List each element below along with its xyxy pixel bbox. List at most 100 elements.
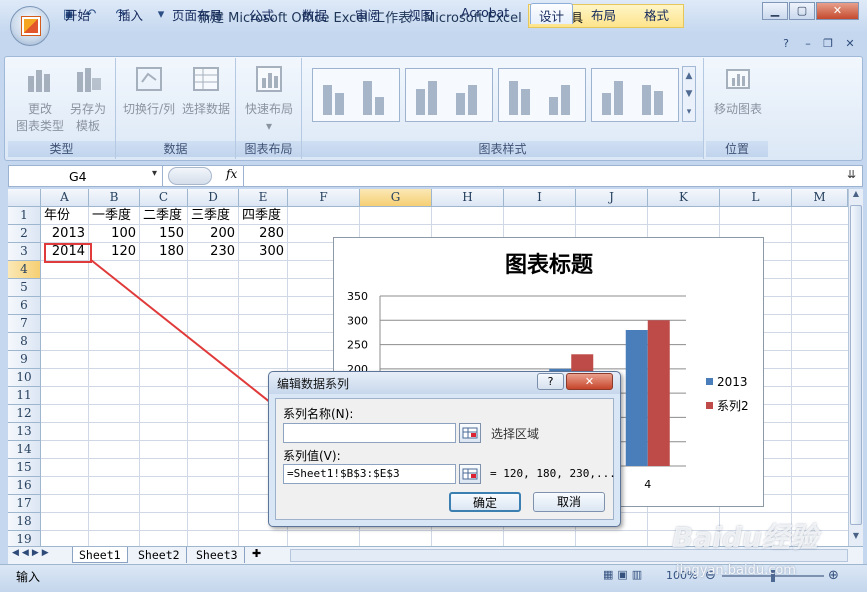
column-header-e[interactable]: E <box>239 189 288 207</box>
tab-review[interactable]: 审阅 <box>347 3 388 24</box>
row-header-15[interactable]: 15 <box>8 459 41 477</box>
column-header-l[interactable]: L <box>720 189 792 207</box>
chart-style-1[interactable] <box>312 68 400 122</box>
row-header-18[interactable]: 18 <box>8 513 41 531</box>
chart-styles-scroll[interactable]: ▲ ▼ ▾ <box>682 66 696 122</box>
sheet-nav-icon[interactable]: ◀◀▶▶ <box>12 548 52 558</box>
sheet-tab-2[interactable]: Sheet2 <box>132 547 187 563</box>
chart-style-3[interactable] <box>498 68 586 122</box>
workbook-close-icon[interactable]: ✕ <box>842 36 858 52</box>
cell-b1[interactable]: 一季度 <box>92 207 131 225</box>
row-header-12[interactable]: 12 <box>8 405 41 423</box>
column-header-j[interactable]: J <box>576 189 648 207</box>
sheet-tab-3[interactable]: Sheet3 <box>190 547 245 563</box>
column-header-i[interactable]: I <box>504 189 576 207</box>
column-header-g[interactable]: G <box>360 189 432 207</box>
dialog-close-button[interactable]: ✕ <box>566 373 613 390</box>
cell-d3[interactable]: 230 <box>188 243 235 261</box>
cell-b3[interactable]: 120 <box>89 243 136 261</box>
view-buttons[interactable]: ▦▣▥ <box>603 568 661 584</box>
series-values-range-button[interactable] <box>459 464 481 484</box>
zoom-in-icon[interactable]: ⊕ <box>828 568 839 583</box>
cell-d1[interactable]: 三季度 <box>191 207 230 225</box>
row-header-8[interactable]: 8 <box>8 333 41 351</box>
column-header-f[interactable]: F <box>288 189 360 207</box>
cell-c1[interactable]: 二季度 <box>143 207 182 225</box>
tab-home[interactable]: 开始 <box>57 3 98 24</box>
cell-e1[interactable]: 四季度 <box>242 207 281 225</box>
cell-a1[interactable]: 年份 <box>44 207 70 225</box>
dialog-help-button[interactable]: ? <box>537 373 564 390</box>
row-header-17[interactable]: 17 <box>8 495 41 513</box>
tab-format[interactable]: 格式 <box>636 3 677 24</box>
sheet-tab-1[interactable]: Sheet1 <box>72 547 128 563</box>
quick-layout-button[interactable]: 快速布局 ▾ <box>240 64 298 135</box>
cell-d2[interactable]: 200 <box>188 225 235 243</box>
column-header-b[interactable]: B <box>89 189 140 207</box>
row-header-5[interactable]: 5 <box>8 279 41 297</box>
column-header-h[interactable]: H <box>432 189 504 207</box>
name-box[interactable]: G4 <box>9 166 163 186</box>
column-header-d[interactable]: D <box>188 189 239 207</box>
cell-e2[interactable]: 280 <box>239 225 284 243</box>
maximize-button[interactable]: ▢ <box>789 2 815 20</box>
scroll-down-icon[interactable]: ▼ <box>850 531 862 545</box>
close-button[interactable]: ✕ <box>816 2 859 20</box>
cell-a2[interactable]: 2013 <box>41 225 85 243</box>
cell-c3[interactable]: 180 <box>140 243 184 261</box>
series-name-range-button[interactable] <box>459 423 481 443</box>
scroll-up-icon[interactable]: ▲ <box>850 189 862 203</box>
switch-row-column-button[interactable]: 切换行/列 <box>120 64 178 118</box>
row-header-1[interactable]: 1 <box>8 207 41 225</box>
row-header-3[interactable]: 3 <box>8 243 41 261</box>
workbook-minimize-icon[interactable]: – <box>800 36 816 52</box>
change-chart-type-button[interactable]: 更改 图表类型 <box>14 64 66 135</box>
row-header-7[interactable]: 7 <box>8 315 41 333</box>
column-header-m[interactable]: M <box>792 189 848 207</box>
formula-cancel-toggle[interactable] <box>168 167 212 185</box>
series-values-input[interactable]: =Sheet1!$B$3:$E$3 <box>283 464 456 484</box>
select-all-corner[interactable] <box>8 189 41 207</box>
column-header-a[interactable]: A <box>41 189 89 207</box>
cancel-button[interactable]: 取消 <box>533 492 605 512</box>
row-header-10[interactable]: 10 <box>8 369 41 387</box>
tab-formulas[interactable]: 公式 <box>241 3 282 24</box>
cell-b2[interactable]: 100 <box>89 225 136 243</box>
workbook-restore-icon[interactable]: ❐ <box>820 36 836 52</box>
row-header-14[interactable]: 14 <box>8 441 41 459</box>
vertical-scrollbar[interactable]: ▲ ▼ <box>848 189 863 546</box>
cell-e3[interactable]: 300 <box>239 243 284 261</box>
row-header-13[interactable]: 13 <box>8 423 41 441</box>
formula-expand-icon[interactable]: ⇊ <box>847 168 856 181</box>
minimize-button[interactable]: ▁ <box>762 2 788 20</box>
tab-layout[interactable]: 布局 <box>583 3 624 24</box>
row-header-4[interactable]: 4 <box>8 261 41 279</box>
tab-view[interactable]: 视图 <box>400 3 441 24</box>
insert-function-icon[interactable]: fx <box>226 167 237 181</box>
tab-design[interactable]: 设计 <box>530 3 574 24</box>
row-header-9[interactable]: 9 <box>8 351 41 369</box>
chart-style-2[interactable] <box>405 68 493 122</box>
cell-c2[interactable]: 150 <box>140 225 184 243</box>
save-as-template-button[interactable]: 另存为 模板 <box>66 64 110 135</box>
row-header-11[interactable]: 11 <box>8 387 41 405</box>
row-header-6[interactable]: 6 <box>8 297 41 315</box>
scroll-thumb[interactable] <box>850 205 862 525</box>
move-chart-button[interactable]: 移动图表 <box>710 64 766 118</box>
tab-page-layout[interactable]: 页面布局 <box>164 3 230 24</box>
tab-data[interactable]: 数据 <box>294 3 335 24</box>
row-header-2[interactable]: 2 <box>8 225 41 243</box>
column-header-c[interactable]: C <box>140 189 188 207</box>
help-icon[interactable]: ? <box>778 36 794 52</box>
tab-acrobat[interactable]: Acrobat <box>453 3 517 24</box>
chart-style-4[interactable] <box>591 68 679 122</box>
tab-insert[interactable]: 插入 <box>110 3 151 24</box>
row-header-16[interactable]: 16 <box>8 477 41 495</box>
column-header-k[interactable]: K <box>648 189 720 207</box>
series-name-input[interactable] <box>283 423 456 443</box>
ok-button[interactable]: 确定 <box>449 492 521 512</box>
select-data-button[interactable]: 选择数据 <box>178 64 234 118</box>
insert-sheet-icon[interactable]: ✚ <box>252 547 261 560</box>
office-button[interactable] <box>10 6 50 46</box>
name-box-dropdown-icon[interactable]: ▾ <box>152 168 157 179</box>
